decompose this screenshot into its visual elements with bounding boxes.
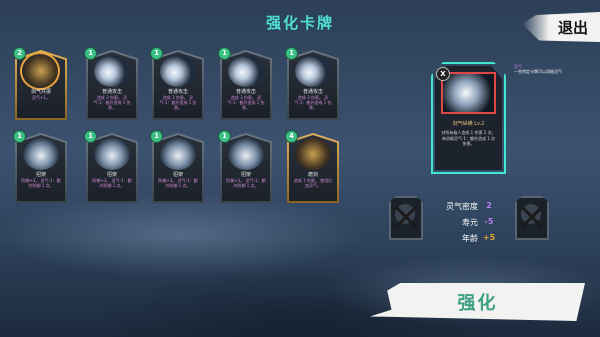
card-3[interactable]: 1 普通攻击 造成 3 伤害。 灵气-1：额外造成 1 伤害。 xyxy=(150,47,204,120)
card-art xyxy=(228,138,264,170)
card-art xyxy=(295,55,331,87)
card-4[interactable]: 1 普通攻击 造成 3 伤害。 灵气-1：额外造成 1 伤害。 xyxy=(218,47,272,120)
selected-ring xyxy=(20,52,60,90)
card-9[interactable]: 1 招架 防御+3。 灵气-1：额外防御 1 点。 xyxy=(218,130,272,203)
card-art xyxy=(295,138,331,170)
card-desc: 防御+3。 灵气-1：额外防御 1 点。 xyxy=(226,178,266,188)
level-badge: 1 xyxy=(84,47,97,60)
stat-row: 灵气密度 2 xyxy=(436,201,496,212)
level-badge: 1 xyxy=(150,47,163,60)
card-desc: 防御+3。 灵气-1：额外防御 1 点。 xyxy=(92,178,132,188)
card-name: 招架 xyxy=(172,172,183,178)
level-badge: 1 xyxy=(218,130,231,143)
card-art xyxy=(228,55,264,87)
card-name: 招架 xyxy=(106,172,117,178)
card-name: 招架 xyxy=(240,172,251,178)
card-desc: 灵气+1。 xyxy=(32,95,50,100)
stat-label: 年龄 xyxy=(462,234,478,243)
card-art xyxy=(23,138,59,170)
card-name: 剑气共振 xyxy=(30,89,51,95)
card-10[interactable]: 4 磨剑 造成 1 伤害。 使用后加灵气。 xyxy=(285,130,339,203)
card-name: 普通攻击 xyxy=(167,89,188,95)
card-2[interactable]: 1 普通攻击 造成 3 伤害。 灵气-1：额外造成 1 伤害。 xyxy=(84,47,138,120)
tooltip-text: 一些特定卡牌可以消耗灵气 xyxy=(514,69,562,74)
level-badge: 1 xyxy=(150,130,163,143)
card-name: 磨剑 xyxy=(307,172,318,178)
card-name: 招架 xyxy=(35,172,46,178)
upgrade-label: 强化 xyxy=(457,293,498,314)
upgrade-cost-stats: 灵气密度 2 寿元 -5 年龄 +5 xyxy=(436,201,496,249)
level-badge: 1 xyxy=(13,130,26,143)
selected-card-detail: X 剑气纵横 Lv.2 对所有敌人造成 1 伤害 2 次。 每消耗灵气-1：额外… xyxy=(431,62,506,174)
stat-row: 年龄 +5 xyxy=(436,233,496,244)
level-badge: 1 xyxy=(285,47,298,60)
card-8[interactable]: 1 招架 防御+3。 灵气-1：额外防御 1 点。 xyxy=(150,130,204,203)
detail-card-name: 剑气纵横 Lv.2 xyxy=(452,121,485,127)
page-title: 强化卡牌 xyxy=(265,14,334,32)
card-desc: 造成 1 伤害。 使用后加灵气。 xyxy=(293,178,333,188)
card-desc: 造成 3 伤害。 灵气-1：额外造成 1 伤害。 xyxy=(159,95,197,110)
detail-card-art xyxy=(441,72,496,114)
card-desc: 防御+3。 灵气-1：额外防御 1 点。 xyxy=(21,178,61,188)
card-desc: 造成 3 伤害。 灵气-1：额外造成 1 伤害。 xyxy=(294,95,332,110)
level-badge: 1 xyxy=(84,130,97,143)
card-art xyxy=(94,138,130,170)
card-art xyxy=(160,55,196,87)
material-slot-right[interactable] xyxy=(515,196,549,240)
card-1[interactable]: 2 剑气共振 灵气+1。 xyxy=(13,47,67,120)
stat-row: 寿元 -5 xyxy=(436,217,496,228)
stat-value: +5 xyxy=(482,233,496,242)
card-desc: 造成 3 伤害。 灵气-1：额外造成 1 伤害。 xyxy=(227,95,265,110)
card-7[interactable]: 1 招架 防御+3。 灵气-1：额外防御 1 点。 xyxy=(84,130,138,203)
stat-label: 寿元 xyxy=(462,218,478,227)
stat-label: 灵气密度 xyxy=(446,202,478,211)
card-name: 普通攻击 xyxy=(101,89,122,95)
card-name: 普通攻击 xyxy=(235,89,256,95)
card-desc: 防御+3。 灵气-1：额外防御 1 点。 xyxy=(158,178,198,188)
card-name: 普通攻击 xyxy=(302,89,323,95)
card-art xyxy=(160,138,196,170)
stat-value: -5 xyxy=(484,217,494,226)
card-6[interactable]: 1 招架 防御+3。 灵气-1：额外防御 1 点。 xyxy=(13,130,67,203)
material-slot-left[interactable] xyxy=(389,196,423,240)
card-5[interactable]: 1 普通攻击 造成 3 伤害。 灵气-1：额外造成 1 伤害。 xyxy=(285,47,339,120)
keyword-tooltip: 灵气 一些特定卡牌可以消耗灵气 xyxy=(514,64,584,74)
level-badge: 2 xyxy=(13,47,26,60)
card-art xyxy=(94,55,130,87)
detail-card-desc: 对所有敌人造成 1 伤害 2 次。 每消耗灵气-1：额外造成 1 次伤害。 xyxy=(441,130,496,146)
stat-value: 2 xyxy=(486,201,492,210)
level-badge: 1 xyxy=(218,47,231,60)
level-badge: 4 xyxy=(285,130,298,143)
close-icon[interactable]: X xyxy=(436,67,450,81)
x-mark-icon xyxy=(520,205,544,229)
x-mark-icon xyxy=(394,205,418,229)
exit-label: 退出 xyxy=(557,18,588,37)
upgrade-button[interactable]: 强化 xyxy=(370,283,585,321)
card-desc: 造成 3 伤害。 灵气-1：额外造成 1 伤害。 xyxy=(93,95,131,110)
